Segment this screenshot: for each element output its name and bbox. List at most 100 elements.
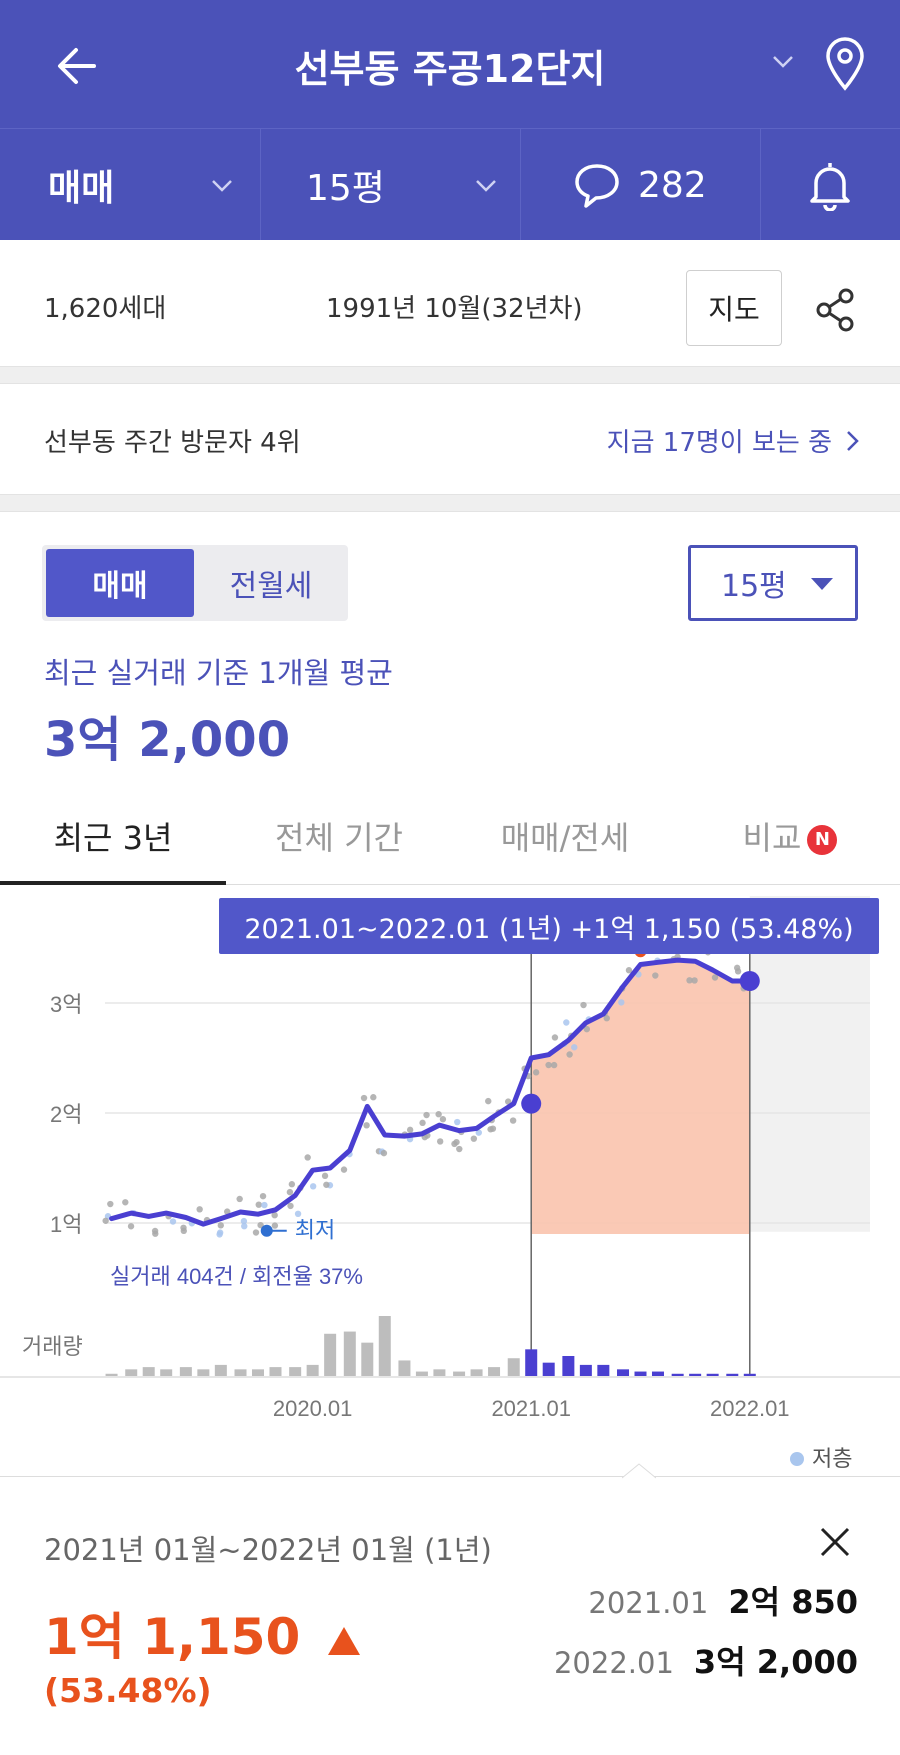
transaction-dot — [122, 1199, 129, 1206]
volume-bar — [634, 1371, 647, 1376]
transaction-dot — [340, 1166, 348, 1173]
volume-bar — [214, 1364, 227, 1376]
size-dropdown[interactable]: 15평 — [306, 129, 516, 241]
volume-bar — [179, 1367, 192, 1376]
transaction-dot — [563, 1019, 570, 1026]
selection-panel: 2021년 01월~2022년 01월 (1년) 1억 1,150 (53.48… — [0, 1463, 900, 1755]
transaction-dot — [453, 1138, 460, 1146]
trade-segment-control: 매매 전월세 — [42, 545, 348, 621]
volume-bar — [651, 1371, 664, 1376]
transaction-dot — [423, 1111, 430, 1119]
transaction-dot — [169, 1218, 177, 1225]
trade-type-dropdown[interactable]: 매매 — [48, 129, 258, 241]
segment-sale[interactable]: 매매 — [46, 549, 194, 617]
top-app-bar: 선부동 주공12단지 — [0, 0, 900, 128]
volume-bar — [415, 1371, 428, 1376]
transaction-dot — [286, 1188, 294, 1196]
volume-bar — [105, 1373, 118, 1376]
volume-bar — [597, 1364, 610, 1376]
transaction-dot — [487, 1126, 494, 1133]
chevron-down-icon[interactable] — [770, 48, 796, 74]
price-chart-svg[interactable]: 3억 2억 1억 최저실거래 404건 / 회전율 37% 거래량 2020.01 2021… — [0, 886, 900, 1476]
transaction-dot — [236, 1195, 243, 1203]
chevron-down-icon — [212, 180, 232, 192]
map-button[interactable]: 지도 — [686, 270, 782, 346]
transaction-dot — [127, 1223, 135, 1230]
selection-end-point — [739, 971, 760, 991]
volume-bar — [398, 1360, 411, 1376]
transaction-dot — [255, 1201, 262, 1208]
y-tick-label: 1억 — [50, 1212, 82, 1237]
page-title[interactable]: 선부동 주공12단지 — [0, 38, 900, 93]
active-tab-indicator — [0, 881, 226, 885]
transaction-dot — [532, 1069, 540, 1076]
volume-bar — [579, 1364, 592, 1376]
share-button[interactable] — [810, 284, 862, 336]
transaction-dot — [304, 1154, 311, 1161]
transaction-dot — [435, 1111, 442, 1118]
transaction-dot — [406, 1126, 414, 1134]
share-icon — [816, 288, 854, 332]
tab-all-period[interactable]: 전체 기간 — [226, 813, 452, 859]
volume-bar — [470, 1369, 483, 1376]
chart-size-dropdown[interactable]: 15평 — [688, 545, 858, 621]
transaction-dot — [380, 1149, 388, 1157]
tab-sale-jeonse[interactable]: 매매/전세 — [452, 813, 678, 859]
avg-price-value: 3억 2,000 — [44, 712, 291, 768]
y-tick-label: 3억 — [50, 992, 82, 1017]
segment-rent[interactable]: 전월세 — [198, 549, 344, 617]
volume-bar — [125, 1369, 138, 1376]
transaction-dot — [419, 1119, 426, 1127]
transaction-dot — [652, 972, 659, 979]
volume-bar — [142, 1367, 155, 1376]
min-label: 최저 — [295, 1218, 335, 1243]
built-year-text: 1991년 10월(32년차) — [326, 294, 583, 324]
transaction-dot — [370, 1094, 377, 1101]
transaction-dot — [363, 1122, 370, 1129]
transaction-dot — [102, 1217, 109, 1224]
transaction-dot — [686, 977, 693, 984]
transaction-dot — [321, 1172, 329, 1180]
volume-bar — [706, 1373, 719, 1376]
transaction-dot — [734, 968, 742, 975]
price-change-text: 1억 1,150 — [44, 1608, 301, 1666]
close-button[interactable] — [816, 1523, 854, 1561]
transaction-dot — [323, 1181, 330, 1188]
visitor-rank-row[interactable]: 선부동 주간 방문자 4위 지금 17명이 보는 중 — [0, 384, 900, 494]
transaction-dot — [252, 1229, 260, 1236]
transaction-dot — [454, 1118, 461, 1126]
transaction-dot — [287, 1202, 294, 1210]
volume-bar — [507, 1358, 520, 1376]
transaction-dot — [261, 1201, 268, 1209]
volume-bar — [160, 1369, 173, 1376]
tab-recent-3y[interactable]: 최근 3년 — [0, 813, 226, 859]
volume-bar — [378, 1316, 391, 1376]
volume-bar — [689, 1373, 702, 1376]
visitor-rank-text: 선부동 주간 방문자 4위 — [44, 428, 301, 458]
comments-button[interactable]: 282 — [572, 129, 752, 241]
tab-compare[interactable]: 비교 N — [690, 813, 890, 859]
volume-bar — [488, 1367, 501, 1376]
legend-low-floor-label: 저층 — [812, 1446, 852, 1471]
volume-bar — [726, 1373, 739, 1376]
price-chart[interactable]: 3억 2억 1억 최저 실거래 404건 / 회전율 37% 거래량 2020.01 2021… — [0, 886, 900, 1476]
divider — [760, 129, 761, 241]
volume-bar — [252, 1369, 264, 1376]
location-pin-button[interactable] — [820, 34, 870, 94]
selection-start-point — [521, 1093, 542, 1114]
triangle-down-icon — [811, 578, 833, 590]
chart-size-value: 15평 — [721, 569, 787, 604]
transaction-dot — [545, 1061, 552, 1069]
volume-bar — [542, 1362, 555, 1376]
location-pin-icon — [826, 37, 864, 91]
transaction-dot — [217, 1222, 224, 1229]
notification-button[interactable] — [806, 129, 866, 241]
period-tabs: 최근 3년 전체 기간 매매/전세 비교 N — [0, 785, 900, 885]
live-viewers-link[interactable]: 지금 17명이 보는 중 — [607, 422, 862, 459]
transaction-dot — [485, 1097, 492, 1105]
transaction-dot — [151, 1227, 159, 1235]
transaction-dot — [288, 1181, 296, 1188]
volume-bar — [306, 1364, 319, 1376]
transaction-dot — [309, 1183, 317, 1190]
volume-bar — [197, 1369, 210, 1376]
